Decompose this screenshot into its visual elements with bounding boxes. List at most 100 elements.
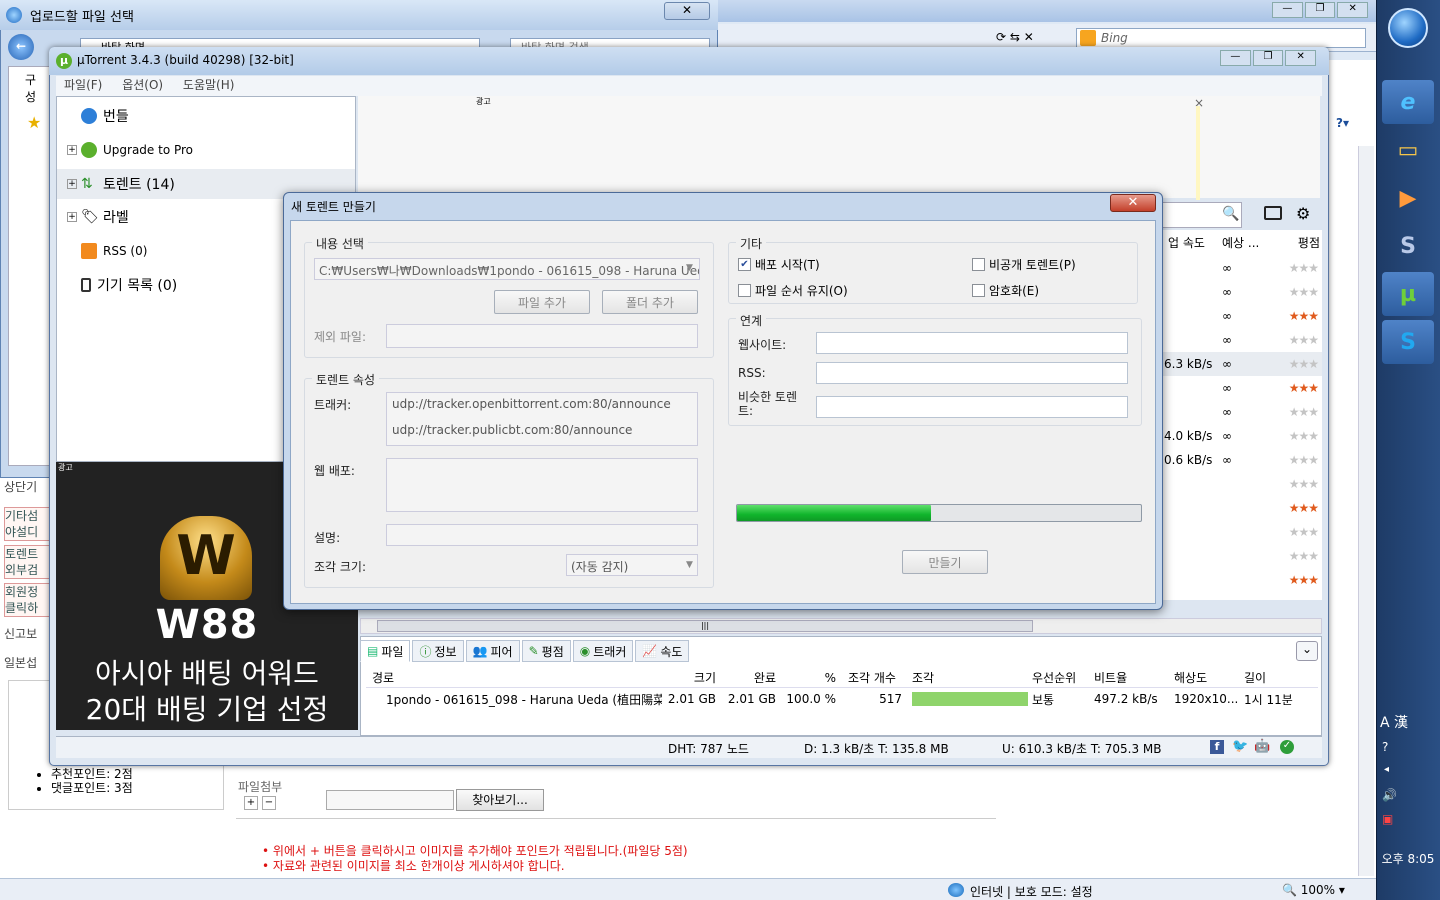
collapse-pane-icon[interactable]: ⌄ xyxy=(1296,641,1318,661)
torrent-row[interactable]: ★★★ xyxy=(1160,496,1322,520)
android-icon[interactable]: 🤖 xyxy=(1254,739,1270,754)
ok-status-icon[interactable]: ✓ xyxy=(1280,740,1294,754)
maximize-icon[interactable]: ❐ xyxy=(1304,2,1336,18)
rating-stars[interactable]: ★★★ xyxy=(1276,573,1322,587)
col-length[interactable]: 길이 xyxy=(1240,669,1310,686)
torrent-row[interactable]: ∞ ★★★ xyxy=(1160,256,1322,280)
security-zone[interactable]: 인터넷 | 보호 모드: 설정 xyxy=(970,883,1093,900)
rating-stars[interactable]: ★★★ xyxy=(1276,381,1322,395)
bing-search-input[interactable]: Bing xyxy=(1076,28,1366,48)
ime-indicator[interactable]: A 漢 xyxy=(1380,712,1408,732)
rating-stars[interactable]: ★★★ xyxy=(1276,549,1322,563)
start-seeding-checkbox[interactable]: ✔ 배포 시작(T) xyxy=(738,256,820,273)
attach-file-input[interactable] xyxy=(326,790,454,810)
rating-stars[interactable]: ★★★ xyxy=(1276,405,1322,419)
torrent-row[interactable]: ∞ ★★★ xyxy=(1160,328,1322,352)
scroll-thumb[interactable]: ||| xyxy=(377,620,1033,632)
rating-stars[interactable]: ★★★ xyxy=(1276,501,1322,515)
utorrent-taskbar-icon[interactable]: µ xyxy=(1382,272,1434,316)
col-upload[interactable]: 업 속도 xyxy=(1160,234,1218,254)
col-size[interactable]: 크기 xyxy=(662,669,722,686)
col-resolution[interactable]: 해상도 xyxy=(1170,669,1240,686)
chevron-left-icon[interactable]: ◂ xyxy=(1384,764,1389,775)
add-folder-button[interactable]: 폴더 추가 xyxy=(602,290,698,314)
col-pieces[interactable]: 조각 개수 xyxy=(842,669,908,686)
col-bitrate[interactable]: 비트율 xyxy=(1090,669,1170,686)
skype-taskbar-icon[interactable]: S xyxy=(1382,320,1434,364)
app-s-taskbar-icon[interactable]: S xyxy=(1382,224,1434,268)
encrypt-checkbox[interactable]: 암호화(E) xyxy=(972,282,1039,299)
table-row[interactable]: 1pondo - 061615_098 - Haruna Ueda (植田陽菜)… xyxy=(366,688,1318,710)
sidebar-item-upgrade[interactable]: + Upgrade to Pro xyxy=(57,135,355,165)
twitter-icon[interactable]: 🐦 xyxy=(1232,739,1248,754)
remove-attach-icon[interactable]: − xyxy=(262,796,276,810)
start-orb-icon[interactable] xyxy=(1388,8,1428,48)
torrent-row[interactable]: ∞ ★★★ xyxy=(1160,280,1322,304)
col-done[interactable]: 완료 xyxy=(722,669,782,686)
torrent-row[interactable]: 0.6 kB/s ∞ ★★★ xyxy=(1160,448,1322,472)
torrent-row[interactable]: ★★★ xyxy=(1160,520,1322,544)
menu-help[interactable]: 도움말(H) xyxy=(183,78,235,92)
zoom-level[interactable]: 🔍 100% ▾ xyxy=(1282,883,1345,897)
col-pct[interactable]: % xyxy=(782,671,842,685)
expand-icon[interactable]: + xyxy=(67,212,77,222)
create-button[interactable]: 만들기 xyxy=(902,550,988,574)
help-icon[interactable]: ?▾ xyxy=(1336,116,1366,134)
tab-peers[interactable]: 👥 피어 xyxy=(465,640,520,662)
horizontal-scrollbar[interactable]: ||| xyxy=(360,618,1322,634)
tab-trackers[interactable]: ◉ 트래커 xyxy=(572,640,634,662)
browse-button[interactable]: 찾아보기... xyxy=(456,789,544,811)
tab-info[interactable]: ⓘ 정보 xyxy=(412,640,464,662)
close-icon[interactable]: ✕ xyxy=(1110,194,1156,212)
col-rating[interactable]: 평점 xyxy=(1276,234,1322,254)
close-icon[interactable]: ✕ xyxy=(1285,50,1317,66)
ie-taskbar-icon[interactable]: e xyxy=(1382,80,1434,124)
torrent-row[interactable]: 6.3 kB/s ∞ ★★★ xyxy=(1160,352,1322,376)
trackers-textarea[interactable]: udp://tracker.openbittorrent.com:80/anno… xyxy=(386,392,698,446)
maximize-icon[interactable]: ❐ xyxy=(1252,50,1284,66)
network-icon[interactable]: ▣ xyxy=(1382,812,1393,826)
add-attach-icon[interactable]: + xyxy=(244,796,258,810)
torrent-row[interactable]: ★★★ xyxy=(1160,472,1322,496)
explorer-taskbar-icon[interactable]: ▭ xyxy=(1382,128,1434,172)
back-icon[interactable]: ← xyxy=(8,34,34,60)
left-label[interactable]: 기타섬 야설디 xyxy=(4,507,52,541)
rating-stars[interactable]: ★★★ xyxy=(1276,429,1322,443)
rating-stars[interactable]: ★★★ xyxy=(1276,357,1322,371)
tab-ratings[interactable]: ✎ 평점 xyxy=(521,640,571,662)
rating-stars[interactable]: ★★★ xyxy=(1276,309,1322,323)
gear-icon[interactable]: ⚙ xyxy=(1296,204,1310,223)
torrent-row[interactable]: ★★★ xyxy=(1160,568,1322,592)
help-icon[interactable]: ? xyxy=(1382,740,1388,754)
torrent-row[interactable]: ∞ ★★★ xyxy=(1160,304,1322,328)
piece-size-select[interactable]: (자동 감지) xyxy=(566,554,698,576)
volume-icon[interactable]: 🔊 xyxy=(1382,788,1397,802)
col-priority[interactable]: 우선순위 xyxy=(1028,669,1090,686)
expand-icon[interactable]: + xyxy=(67,145,77,155)
close-icon[interactable]: ✕ xyxy=(1337,2,1369,18)
rss-input[interactable] xyxy=(816,362,1128,384)
torrent-row[interactable]: ★★★ xyxy=(1160,544,1322,568)
rating-stars[interactable]: ★★★ xyxy=(1276,453,1322,467)
search-icon[interactable]: 🔍 xyxy=(1222,206,1239,222)
clock[interactable]: 오후 8:05 xyxy=(1378,850,1438,867)
add-file-button[interactable]: 파일 추가 xyxy=(494,290,590,314)
similar-input[interactable] xyxy=(816,396,1128,418)
media-player-taskbar-icon[interactable]: ▶ xyxy=(1382,176,1434,220)
torrent-row[interactable]: 4.0 kB/s ∞ ★★★ xyxy=(1160,424,1322,448)
torrent-row[interactable]: ∞ ★★★ xyxy=(1160,376,1322,400)
download-status[interactable]: D: 1.3 kB/초 T: 135.8 MB xyxy=(804,740,949,757)
expand-icon[interactable]: + xyxy=(67,179,77,189)
menu-options[interactable]: 옵션(O) xyxy=(122,78,163,92)
left-label[interactable]: 토렌트 외부검 xyxy=(4,545,52,579)
upload-status[interactable]: U: 610.3 kB/초 T: 705.3 MB xyxy=(1002,740,1162,757)
preserve-order-checkbox[interactable]: 파일 순서 유지(O) xyxy=(738,282,848,299)
organize-menu[interactable]: 구성 xyxy=(9,67,51,109)
comment-input[interactable] xyxy=(386,524,698,546)
source-path-select[interactable]: C:₩Users₩나₩Downloads₩1pondo - 061615_098… xyxy=(314,258,700,280)
minimize-icon[interactable]: — xyxy=(1220,50,1251,66)
left-label[interactable]: 회원정 클릭하 xyxy=(4,583,52,617)
menu-file[interactable]: 파일(F) xyxy=(64,78,102,92)
page-scrollbar[interactable] xyxy=(1358,146,1374,876)
col-eta[interactable]: 예상 ... xyxy=(1218,234,1276,254)
